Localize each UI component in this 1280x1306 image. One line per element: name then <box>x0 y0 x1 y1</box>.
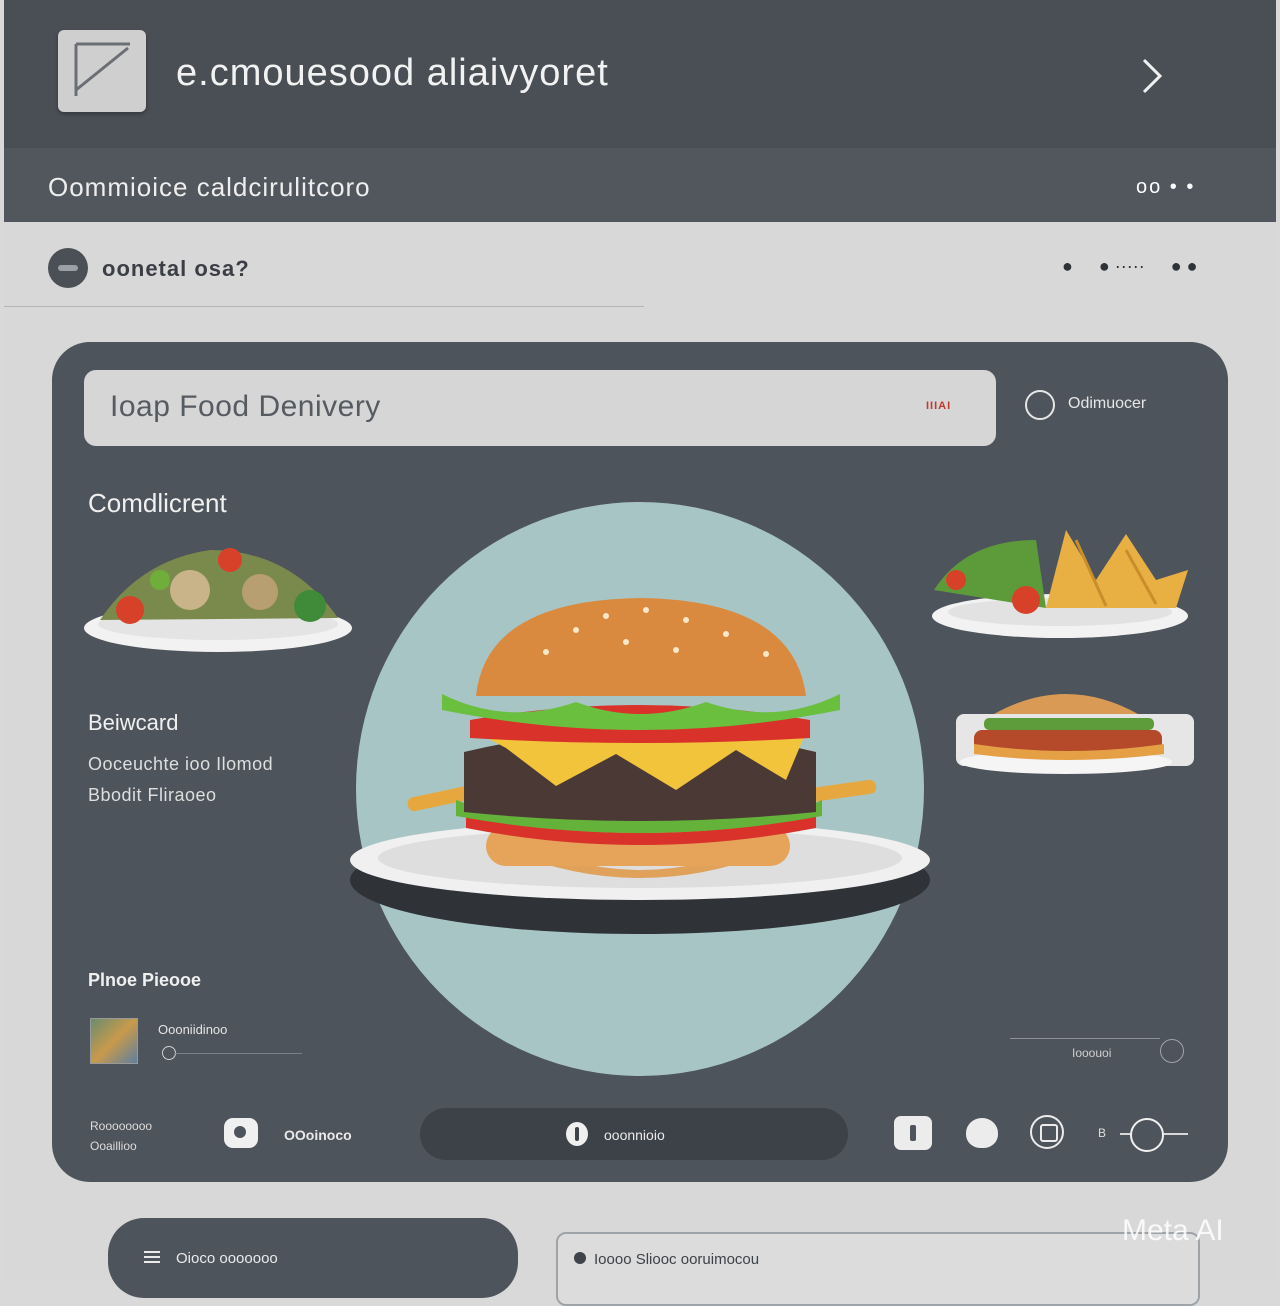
thumbnail-image[interactable] <box>90 1018 138 1064</box>
featured-line-1: Ooceuchte ioo Ilomod <box>88 754 274 774</box>
bottom-location-label: Ioooo Sliooc ooruimocou <box>594 1251 760 1268</box>
chevron-right-icon[interactable] <box>1134 54 1170 98</box>
thumb-label: Oooniidinoo <box>158 1022 228 1037</box>
category-heading: Comdlicrent <box>88 488 227 518</box>
footer-left-text: Roooooooo Ooaillioo <box>90 1116 152 1156</box>
filter-label[interactable]: Odimuocer <box>1068 395 1146 413</box>
burger-image[interactable] <box>346 590 936 952</box>
info-icon <box>566 1122 588 1146</box>
right-info-label: Iooouoi <box>1072 1046 1112 1060</box>
salad-dish-image[interactable] <box>80 540 360 660</box>
featured-line-2: Bbodit Fliraoeo <box>88 785 217 805</box>
location-pin-icon <box>574 1252 586 1264</box>
bottom-menu-button[interactable] <box>108 1218 518 1298</box>
camera-label[interactable]: OOoinoco <box>284 1127 352 1143</box>
footer-left-line-1: Roooooooo <box>90 1119 153 1133</box>
camera-icon[interactable] <box>224 1118 258 1148</box>
sub-title: Oommioice caldcirulitcoro <box>48 172 371 202</box>
pager-dots[interactable]: ● ● ····· ● ● <box>1062 256 1223 277</box>
circle-icon[interactable] <box>1025 390 1055 420</box>
more-dots-icon[interactable]: oo • • <box>1136 176 1195 199</box>
clock-icon[interactable] <box>1160 1039 1184 1063</box>
info-icon[interactable] <box>162 1046 302 1060</box>
bottom-menu-label[interactable]: Oioco ooooooo <box>176 1250 278 1267</box>
toggle-label: B <box>1098 1126 1107 1140</box>
app-title: e.cmouesood aliaivyoret <box>176 52 609 94</box>
watermark: Meta AI <box>1122 1214 1224 1247</box>
toggle-slider[interactable]: B <box>1098 1118 1192 1152</box>
avatar[interactable] <box>48 248 88 288</box>
burger-plate-image[interactable] <box>954 684 1196 776</box>
logo-icon[interactable] <box>58 30 146 112</box>
search-badge: IIIAI <box>926 400 952 412</box>
featured-heading: Beiwcard <box>88 710 179 735</box>
divider <box>4 306 644 307</box>
footer-left-line-2: Ooaillioo <box>90 1139 137 1153</box>
user-label: oonetal osa? <box>102 256 250 281</box>
bottom-location-field[interactable] <box>556 1232 1200 1306</box>
grid-icon[interactable] <box>1030 1115 1064 1149</box>
right-info: Iooouoi <box>1010 1036 1186 1066</box>
exclamation-icon[interactable] <box>894 1116 932 1150</box>
fries-dish-image[interactable] <box>926 520 1198 642</box>
center-pill-label[interactable]: ooonnioio <box>604 1127 665 1143</box>
search-value[interactable]: Ioap Food Denivery <box>110 390 381 424</box>
price-heading: Plnoe Pieooe <box>88 970 202 990</box>
menu-icon[interactable] <box>144 1251 160 1263</box>
chat-icon[interactable] <box>966 1118 998 1148</box>
